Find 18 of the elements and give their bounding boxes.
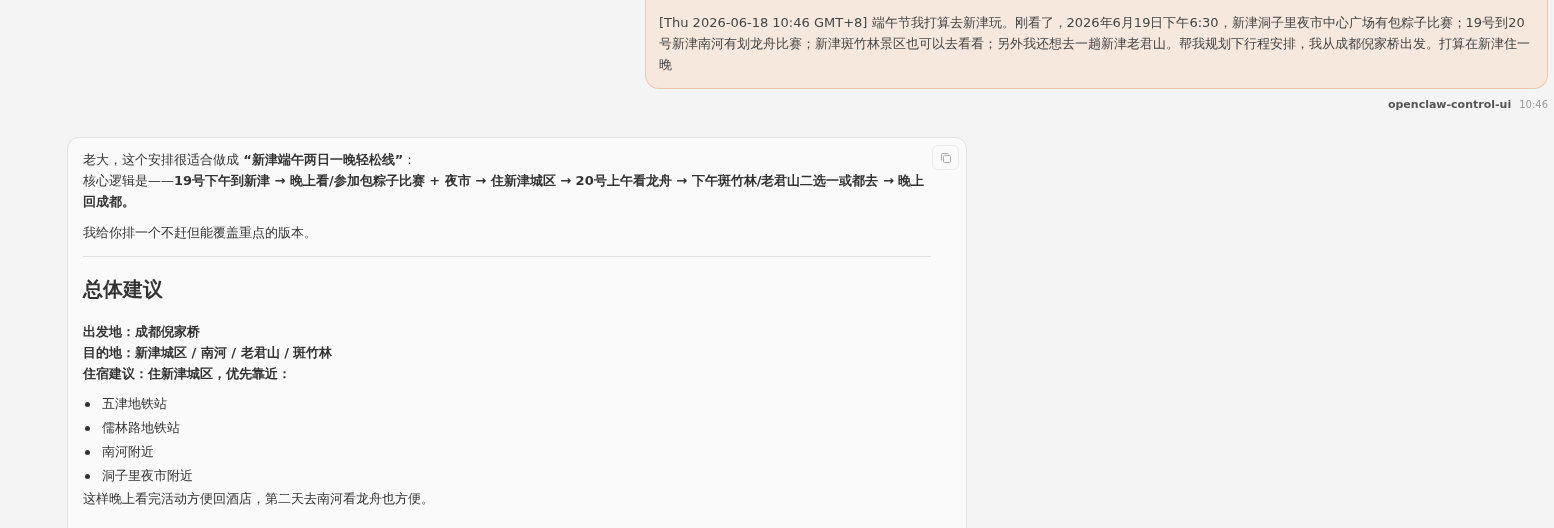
note-text: 我给你排一个不赶但能覆盖重点的版本。 <box>83 224 318 242</box>
message-time: 10:46 <box>1519 99 1548 110</box>
list-item-text: 洞子里夜市附近 <box>102 467 193 485</box>
list-item-text: 五津地铁站 <box>102 395 167 413</box>
body-text: 这样晚上看完活动方便回酒店，第二天去南河看龙舟也方便。 <box>83 490 435 508</box>
intro-paragraph: 老大，这个安排很适合做成 “新津端午两日一晚轻松线”： 核心逻辑是——19号下午到新津 → 晚上看/参加包粽子比赛 + 夜市 → 住新津城区 → 20号上午看龙舟 → 下午斑竹林/老君山二选一或都去 → 晚上回成都。 <box>83 151 926 211</box>
section-heading: 总体建议 <box>83 276 164 303</box>
user-message-bubble: [Thu 2026-06-18 10:46 GMT+8] 端午节我打算去新津玩。刚看了，2026年6月19日下午6:30，新津洞子里夜市中心广场有包粽子比赛；19号到20号新津南河有划龙舟比赛；新津斑竹林景区也可以去看看；另外我还想去一趟新津老君山。帮我规划下行程安排，我从成都倪家桥出发。打算在新津住一晚 <box>645 0 1548 89</box>
copy-icon <box>939 151 952 164</box>
bullet-icon <box>85 425 90 431</box>
bullet-icon <box>85 473 90 479</box>
bullet-icon <box>85 401 90 407</box>
list-item-text: 南河附近 <box>102 443 154 461</box>
bullet-icon <box>85 449 90 455</box>
sender-name: openclaw-control-ui <box>1387 98 1512 111</box>
copy-button[interactable] <box>932 145 959 170</box>
facts-paragraph: 出发地：成都倪家桥 目的地：新津城区 / 南河 / 老君山 / 斑竹林 住宿建议：住新津城区，优先靠近： <box>83 323 334 383</box>
list-item-text: 儒林路地铁站 <box>102 419 180 437</box>
